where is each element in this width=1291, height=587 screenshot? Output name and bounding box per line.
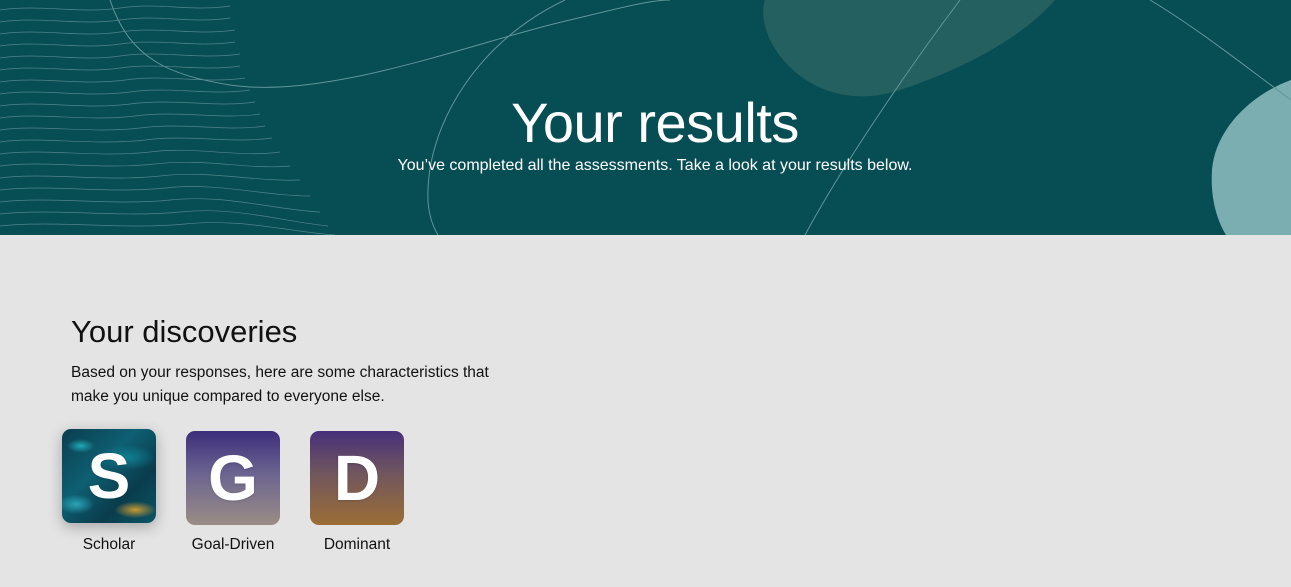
discoveries-title: Your discoveries xyxy=(71,314,298,349)
trait-letter: S xyxy=(87,440,131,512)
hero-blob-top xyxy=(763,0,1055,97)
page-subtitle: You’ve completed all the assessments. Ta… xyxy=(397,157,913,174)
page-title: Your results xyxy=(511,90,799,154)
trait-list: S Scholar G Goal-Driven D Dominant xyxy=(62,429,434,555)
hero-line-4 xyxy=(1149,0,1291,101)
trait-card-scholar[interactable]: S Scholar xyxy=(62,429,156,555)
trait-label-dominant: Dominant xyxy=(323,536,391,553)
trait-letter: G xyxy=(208,442,258,514)
discoveries-description: Based on your responses, here are some c… xyxy=(71,364,489,405)
trait-card-dominant[interactable]: D Dominant xyxy=(310,429,404,555)
trait-tile-dominant[interactable]: D xyxy=(310,431,404,525)
trait-label-scholar: Scholar xyxy=(82,536,136,553)
trait-letter: D xyxy=(333,442,381,514)
results-hero: Your results You’ve completed all the as… xyxy=(0,0,1291,235)
trait-label-goal-driven: Goal-Driven xyxy=(191,536,275,553)
trait-tile-scholar[interactable]: S xyxy=(62,429,156,523)
trait-tile-goal-driven[interactable]: G xyxy=(186,431,280,525)
trait-card-goal-driven[interactable]: G Goal-Driven xyxy=(186,429,280,555)
discoveries-section: Your discoveries Based on your responses… xyxy=(71,312,531,409)
